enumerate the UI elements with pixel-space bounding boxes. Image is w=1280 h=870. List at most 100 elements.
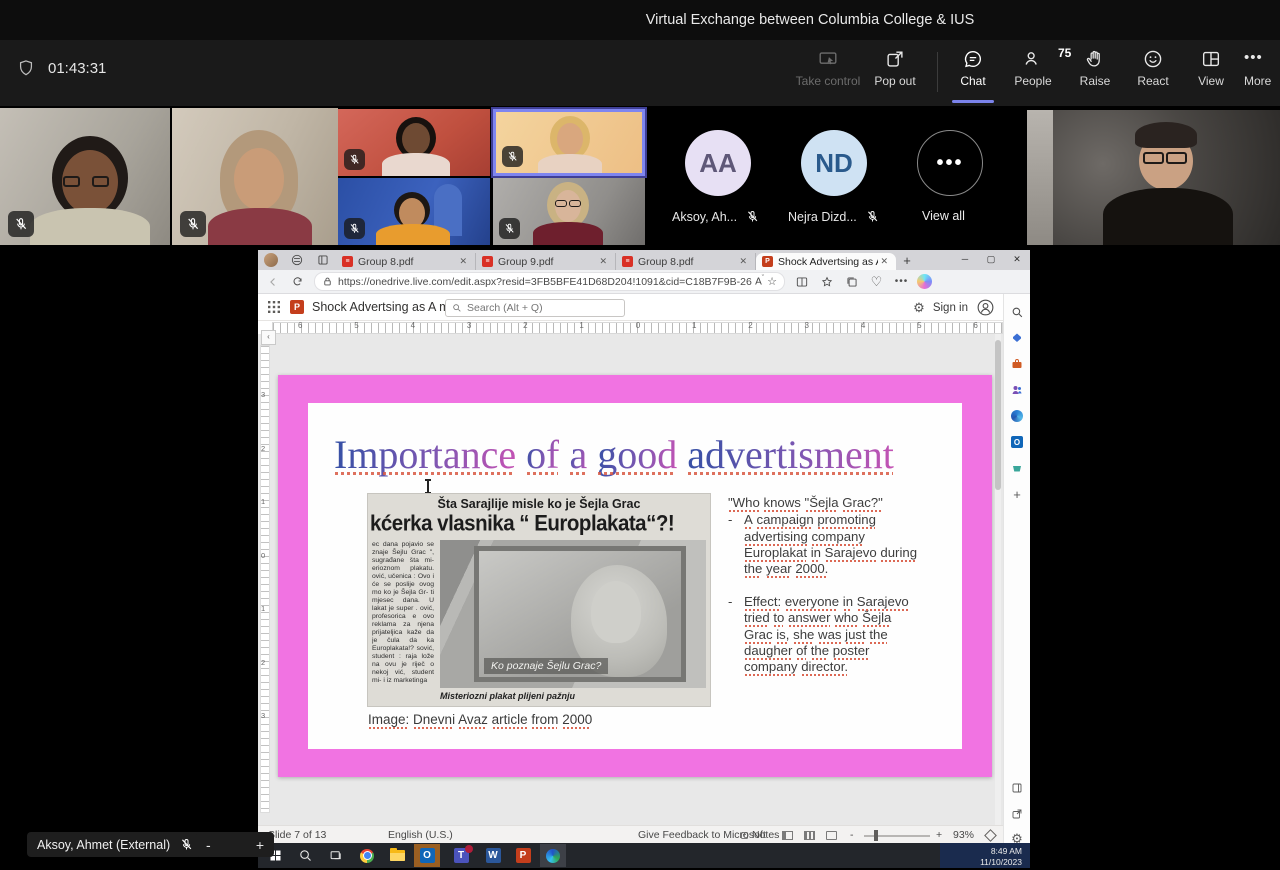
back-icon[interactable] (264, 273, 281, 290)
sidebar-shopping-icon[interactable] (1009, 330, 1025, 346)
sidebar-panel-icon[interactable] (1009, 780, 1025, 796)
take-control-button[interactable]: Take control (790, 48, 866, 100)
slide[interactable]: Importance of a good advertisment Šta Sa… (278, 375, 992, 777)
split-screen-icon[interactable] (793, 273, 810, 290)
zoom-out-button[interactable]: - (850, 829, 854, 841)
people-button[interactable]: 75 People (1004, 48, 1062, 100)
notes-button[interactable]: Notes (740, 829, 779, 841)
video-tile-participant-3[interactable] (338, 109, 490, 176)
zoom-slider-thumb[interactable] (874, 830, 878, 841)
video-tile-participant-right[interactable] (1027, 110, 1280, 245)
tab-close-icon[interactable]: ✕ (878, 256, 890, 267)
tab-close-icon[interactable]: ✕ (737, 256, 749, 267)
view-button[interactable]: View (1182, 48, 1240, 100)
avatar-nejra[interactable]: ND (801, 130, 867, 196)
profile-avatar-icon[interactable] (264, 253, 278, 267)
sidebar-designer-icon[interactable] (1009, 408, 1025, 424)
slide-sorter-button[interactable] (804, 831, 815, 840)
chat-button[interactable]: Chat (944, 48, 1002, 100)
browser-tab-2[interactable]: ≡ Group 9.pdf ✕ (476, 253, 616, 270)
tab-actions-icon[interactable] (290, 253, 304, 267)
language-status[interactable]: English (U.S.) (388, 829, 453, 841)
more-button[interactable]: ••• More (1240, 48, 1280, 100)
zoom-in-button[interactable]: + (256, 837, 264, 853)
vertical-tabs-icon[interactable] (316, 253, 330, 267)
teams-icon[interactable]: T (448, 844, 474, 867)
newspaper-column-text: ec dana pojavio se znaje Šejlu Grac ", s… (372, 541, 434, 693)
view-all-text: View all (922, 209, 965, 223)
sign-in-label[interactable]: Sign in (933, 302, 968, 314)
participant-name: Aksoy, Ah... (672, 210, 737, 224)
task-view-icon[interactable] (322, 844, 348, 867)
pdf-icon: ≡ (622, 256, 633, 267)
view-all-avatar[interactable]: ••• (917, 130, 983, 196)
fit-slide-icon[interactable] (984, 829, 997, 842)
favorites-icon[interactable] (818, 273, 835, 290)
maximize-button[interactable]: ▢ (978, 250, 1004, 268)
outlook-icon[interactable]: O (414, 844, 440, 867)
react-button[interactable]: React (1124, 48, 1182, 100)
favorite-star-icon[interactable]: ☆ (767, 275, 777, 288)
account-icon[interactable] (976, 298, 995, 317)
normal-view-button[interactable] (782, 831, 793, 840)
avatar-aksoy[interactable]: AA (685, 130, 751, 196)
chrome-icon[interactable] (354, 844, 380, 867)
sidebar-search-icon[interactable] (1009, 304, 1025, 320)
video-tile-participant-1[interactable] (0, 108, 170, 245)
slide-title[interactable]: Importance of a good advertisment (334, 431, 894, 478)
slide-number-status[interactable]: Slide 7 of 13 (268, 829, 326, 841)
browser-essentials-icon[interactable]: ♡ (868, 273, 885, 290)
pop-out-button[interactable]: Pop out (866, 48, 924, 100)
app-launcher-icon[interactable] (268, 301, 280, 313)
glasses (63, 176, 80, 187)
gear-icon[interactable]: ⚙ (913, 300, 925, 316)
video-tile-participant-6[interactable] (493, 178, 645, 245)
sidebar-office-icon[interactable] (1009, 356, 1025, 372)
collections-icon[interactable] (843, 273, 860, 290)
image-source-caption[interactable]: Image: Dnevni Avaz article from 2000 (368, 712, 592, 727)
video-tile-participant-5[interactable] (338, 178, 490, 245)
copilot-icon[interactable] (917, 274, 932, 289)
browser-tab-1[interactable]: ≡ Group 8.pdf ✕ (336, 253, 476, 270)
avatar-initials: AA (699, 148, 737, 179)
newspaper-clipping-image[interactable]: Šta Sarajlije misle ko je Šejla Grac kće… (368, 494, 710, 706)
read-aloud-icon[interactable]: Aˇ (755, 275, 764, 287)
more-label: More (1244, 74, 1271, 88)
taskbar-clock[interactable]: 8:49 AM 11/10/2023 (940, 843, 1030, 868)
browser-tab-active[interactable]: P Shock Advertsing as A means to ✕ (756, 253, 896, 270)
scrollbar-thumb[interactable] (995, 340, 1001, 490)
slide-text-column[interactable]: "Who knows "Šejla Grac?" - A campaign pr… (728, 495, 918, 676)
people-icon: 75 (1022, 48, 1044, 70)
open-external-icon[interactable] (1009, 806, 1025, 822)
file-explorer-icon[interactable] (384, 844, 410, 867)
ppt-search-box[interactable]: Search (Alt + Q) (445, 299, 625, 317)
video-tile-participant-4-active[interactable] (493, 109, 645, 176)
url-omnibox[interactable]: https://onedrive.live.com/edit.aspx?resi… (314, 272, 785, 291)
mic-muted-icon (344, 149, 365, 170)
tab-close-icon[interactable]: ✕ (457, 256, 469, 267)
taskbar-search-icon[interactable] (292, 844, 318, 867)
taskbar-powerpoint-icon[interactable]: P (510, 844, 536, 867)
sidebar-people-icon[interactable] (1009, 382, 1025, 398)
browser-tab-3[interactable]: ≡ Group 8.pdf ✕ (616, 253, 756, 270)
slideshow-button[interactable] (826, 831, 837, 840)
zoom-level[interactable]: 93% (953, 829, 974, 841)
minimize-button[interactable]: ─ (952, 250, 978, 268)
video-tile-participant-2[interactable] (172, 108, 338, 245)
view-all-label[interactable]: View all (922, 209, 965, 223)
new-tab-button[interactable]: + (896, 253, 918, 270)
settings-more-icon[interactable]: ••• (893, 273, 910, 290)
chat-label: Chat (960, 74, 985, 88)
raise-hand-button[interactable]: Raise (1066, 48, 1124, 100)
refresh-icon[interactable] (289, 273, 306, 290)
sidebar-outlook-icon[interactable]: O (1009, 434, 1025, 450)
close-button[interactable]: ✕ (1004, 250, 1030, 268)
sidebar-add-icon[interactable]: + (1009, 486, 1025, 502)
collapse-panel-button[interactable]: ‹ (261, 330, 276, 345)
zoom-out-button[interactable]: - (206, 837, 211, 853)
word-icon[interactable]: W (480, 844, 506, 867)
tab-close-icon[interactable]: ✕ (597, 256, 609, 267)
edge-icon[interactable] (540, 844, 566, 867)
sidebar-drop-icon[interactable] (1009, 460, 1025, 476)
zoom-in-button[interactable]: + (936, 829, 942, 841)
